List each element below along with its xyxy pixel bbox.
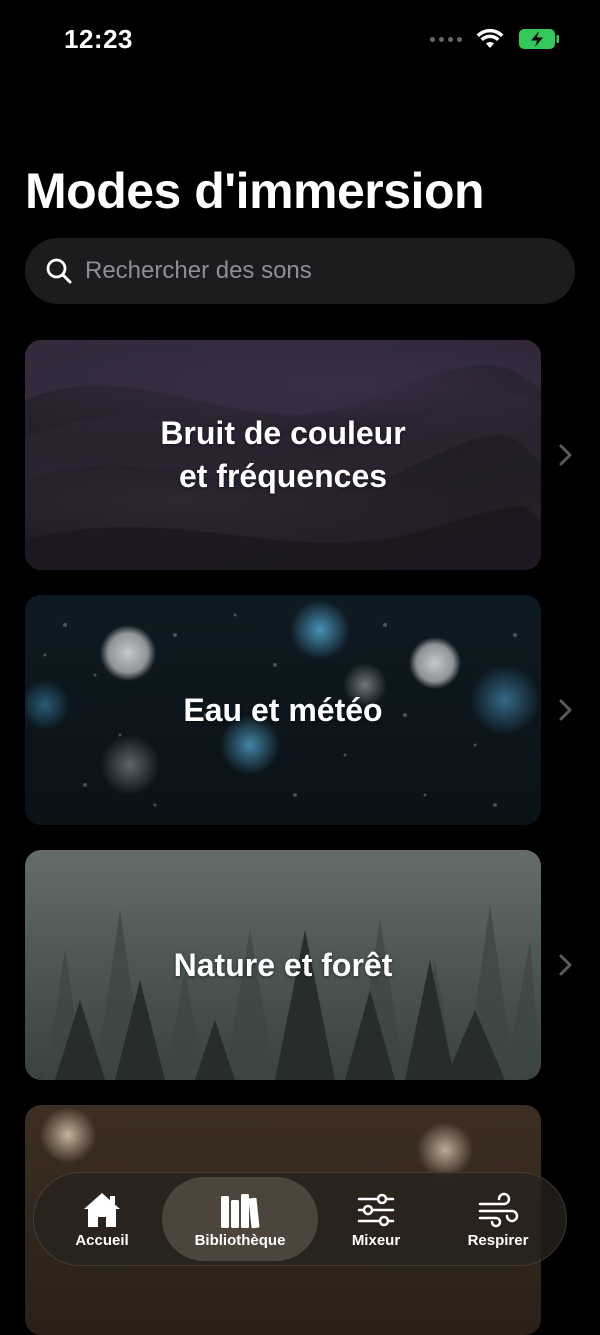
tab-library[interactable]: Bibliothèque — [162, 1177, 318, 1261]
tab-label: Respirer — [467, 1231, 529, 1249]
tab-mixer[interactable]: Mixeur — [330, 1173, 422, 1265]
category-row-nature-forest[interactable]: Nature et forêt — [25, 850, 585, 1080]
wind-icon — [478, 1192, 519, 1227]
tab-breathe[interactable]: Respirer — [446, 1173, 550, 1265]
battery-charging-icon — [519, 29, 559, 49]
page-title: Modes d'immersion — [25, 163, 485, 219]
category-card-water-weather[interactable]: Eau et météo — [25, 595, 541, 825]
category-title-line2: et fréquences — [178, 458, 388, 494]
chevron-right-icon — [559, 444, 572, 466]
chevron-right-icon — [559, 954, 572, 976]
tab-label: Bibliothèque — [194, 1231, 286, 1249]
library-icon — [221, 1193, 260, 1228]
search-bar[interactable] — [25, 238, 575, 304]
cellular-signal-icon — [430, 36, 462, 42]
category-title-line1: Nature et forêt — [173, 946, 393, 983]
category-title: Nature et forêt — [25, 850, 541, 1080]
category-card-nature-forest[interactable]: Nature et forêt — [25, 850, 541, 1080]
wifi-icon — [476, 28, 504, 48]
tab-bar: Accueil Bibliothèque Mixeur Respirer — [33, 1172, 567, 1266]
category-title: Eau et météo — [25, 595, 541, 825]
status-time: 12:23 — [64, 24, 133, 54]
chevron-right-icon — [559, 699, 572, 721]
tab-label: Mixeur — [351, 1231, 401, 1249]
status-icons — [430, 28, 560, 50]
tab-home[interactable]: Accueil — [54, 1173, 150, 1265]
category-title: Bruit de couleur et fréquences — [25, 340, 541, 570]
category-title-line1: Bruit de couleur — [160, 415, 406, 451]
sliders-icon — [357, 1193, 395, 1226]
search-icon — [46, 258, 72, 284]
category-row-water-weather[interactable]: Eau et météo — [25, 595, 585, 825]
search-input[interactable] — [85, 238, 555, 304]
tab-label: Accueil — [75, 1231, 129, 1249]
home-icon — [84, 1192, 120, 1227]
category-card-color-noise[interactable]: Bruit de couleur et fréquences — [25, 340, 541, 570]
category-title-line1: Eau et météo — [183, 691, 383, 728]
status-bar: 12:23 — [0, 0, 600, 80]
category-row-color-noise[interactable]: Bruit de couleur et fréquences — [25, 340, 585, 570]
